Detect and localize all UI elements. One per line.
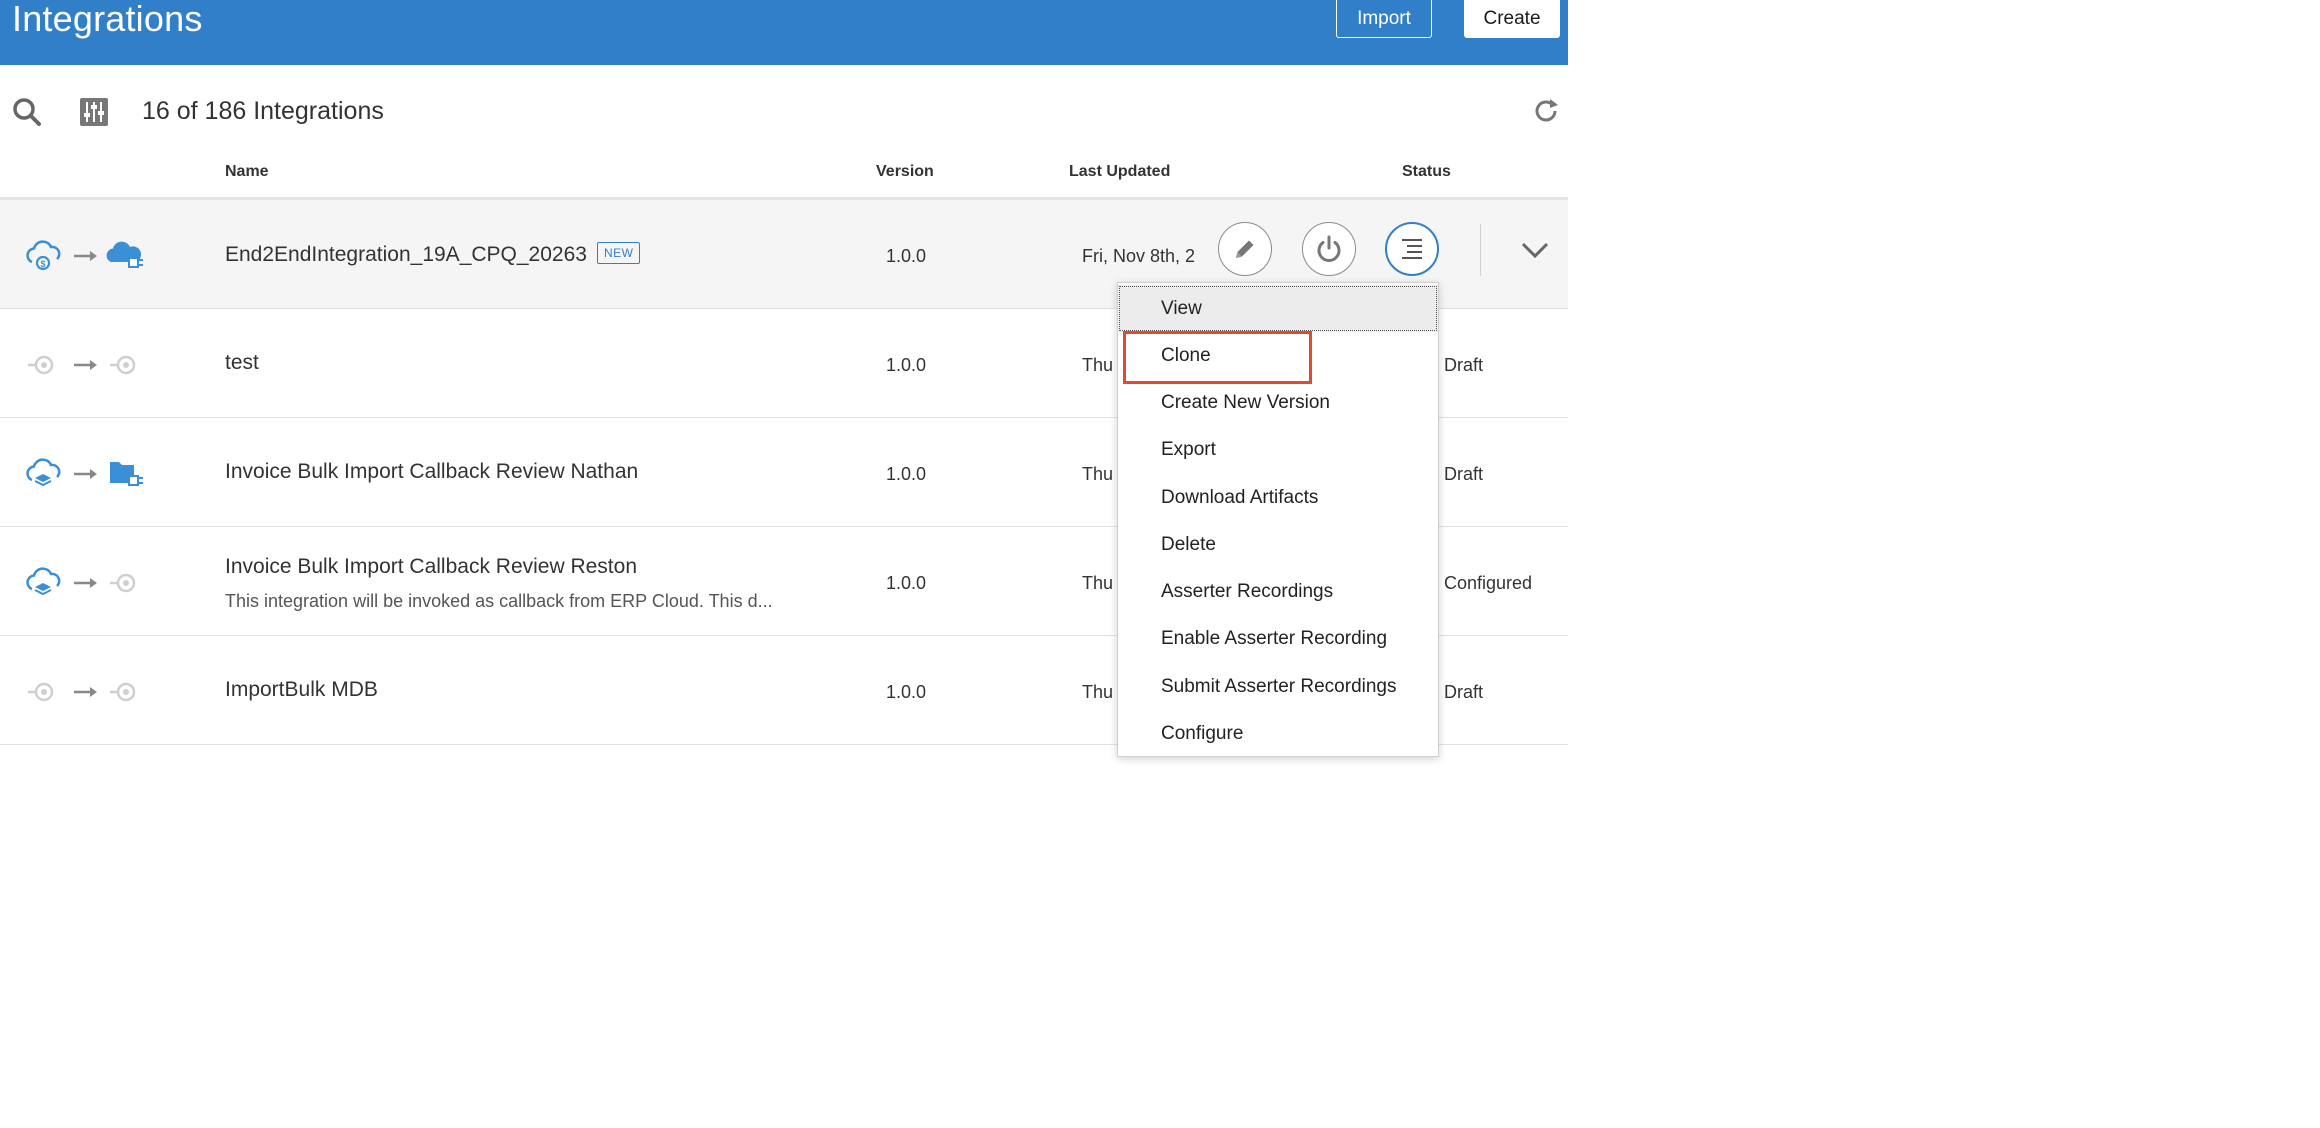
- integration-version: 1.0.0: [886, 246, 927, 266]
- column-header-status[interactable]: Status: [1402, 163, 1451, 181]
- cloud-dollar-icon: $: [26, 240, 61, 271]
- integration-last-updated: Thu: [1082, 682, 1114, 702]
- import-button[interactable]: Import: [1336, 0, 1432, 38]
- new-badge: NEW: [596, 242, 641, 264]
- activate-button[interactable]: [1302, 222, 1356, 276]
- menu-item-clone[interactable]: Clone: [1118, 332, 1438, 379]
- connector-placeholder-icon: [110, 682, 136, 702]
- actions-menu-button[interactable]: [1385, 222, 1439, 276]
- refresh-icon[interactable]: [1532, 97, 1560, 125]
- integration-last-updated: Thu: [1082, 573, 1114, 593]
- menu-item-create-new-version[interactable]: Create New Version: [1118, 379, 1438, 426]
- hamburger-menu-icon: [1402, 239, 1422, 259]
- arrow-right-icon: [74, 360, 97, 370]
- integration-last-updated: Fri, Nov 8th, 2: [1082, 246, 1196, 266]
- menu-item-view[interactable]: View: [1118, 285, 1438, 332]
- arrow-right-icon: [74, 251, 97, 261]
- integration-version: 1.0.0: [886, 464, 927, 484]
- integration-name[interactable]: End2EndIntegration_19A_CPQ_20263 NEW: [225, 242, 641, 267]
- page-header: Integrations Import Create: [0, 0, 1568, 65]
- menu-item-enable-asserter-recording[interactable]: Enable Asserter Recording: [1118, 615, 1438, 662]
- filter-icon[interactable]: [80, 98, 108, 126]
- integration-description: This integration will be invoked as call…: [225, 591, 773, 611]
- cloud-layers-icon: [26, 567, 61, 596]
- column-header-name[interactable]: Name: [225, 163, 269, 181]
- integration-status: Draft: [1444, 464, 1484, 484]
- integration-version: 1.0.0: [886, 573, 927, 593]
- integration-status: Draft: [1444, 355, 1484, 375]
- page-title: Integrations: [12, 0, 203, 39]
- menu-item-asserter-recordings[interactable]: Asserter Recordings: [1118, 568, 1438, 615]
- row-connection-icons: [26, 674, 146, 710]
- arrow-right-icon: [74, 578, 97, 588]
- integration-name[interactable]: Invoice Bulk Import Callback Review Rest…: [225, 555, 637, 579]
- menu-item-download-artifacts[interactable]: Download Artifacts: [1118, 474, 1438, 521]
- column-header-last-updated[interactable]: Last Updated: [1069, 163, 1170, 181]
- row-connection-icons: [26, 456, 146, 492]
- arrow-right-icon: [74, 687, 97, 697]
- integration-version: 1.0.0: [886, 682, 927, 702]
- create-button[interactable]: Create: [1464, 0, 1560, 38]
- menu-item-configure[interactable]: Configure: [1118, 710, 1438, 757]
- menu-item-submit-asserter-recordings[interactable]: Submit Asserter Recordings: [1118, 663, 1438, 710]
- menu-item-delete[interactable]: Delete: [1118, 521, 1438, 568]
- actions-dropdown-menu: View Clone Create New Version Export Dow…: [1117, 282, 1439, 757]
- edit-button[interactable]: [1218, 222, 1272, 276]
- integration-count: 16 of 186 Integrations: [142, 97, 384, 125]
- connector-placeholder-icon: [110, 573, 136, 593]
- search-icon[interactable]: [12, 97, 42, 127]
- connector-placeholder-icon: [28, 682, 54, 702]
- integration-name[interactable]: Invoice Bulk Import Callback Review Nath…: [225, 460, 638, 484]
- pencil-icon: [1236, 240, 1254, 258]
- integration-name[interactable]: test: [225, 351, 259, 375]
- integration-name-text[interactable]: End2EndIntegration_19A_CPQ_20263: [225, 243, 587, 266]
- power-icon: [1317, 235, 1341, 262]
- cloud-plug-icon: [106, 241, 143, 268]
- integration-status: Configured: [1444, 573, 1533, 593]
- row-action-divider: [1480, 224, 1481, 276]
- connector-placeholder-icon: [28, 355, 54, 375]
- chevron-down-icon[interactable]: [1520, 236, 1550, 264]
- integration-name[interactable]: ImportBulk MDB: [225, 678, 378, 702]
- svg-text:$: $: [40, 259, 45, 269]
- folder-plug-icon: [110, 462, 143, 486]
- integration-version: 1.0.0: [886, 355, 927, 375]
- row-connection-icons: [26, 347, 146, 383]
- column-header-version[interactable]: Version: [876, 163, 934, 181]
- integration-last-updated: Thu: [1082, 355, 1114, 375]
- row-connection-icons: [26, 565, 146, 601]
- integration-status: Draft: [1444, 682, 1484, 702]
- connector-placeholder-icon: [110, 355, 136, 375]
- integration-last-updated: Thu: [1082, 464, 1114, 484]
- cloud-layers-icon: [26, 458, 61, 487]
- arrow-right-icon: [74, 469, 97, 479]
- row-connection-icons: $: [26, 238, 146, 274]
- menu-item-export[interactable]: Export: [1118, 426, 1438, 473]
